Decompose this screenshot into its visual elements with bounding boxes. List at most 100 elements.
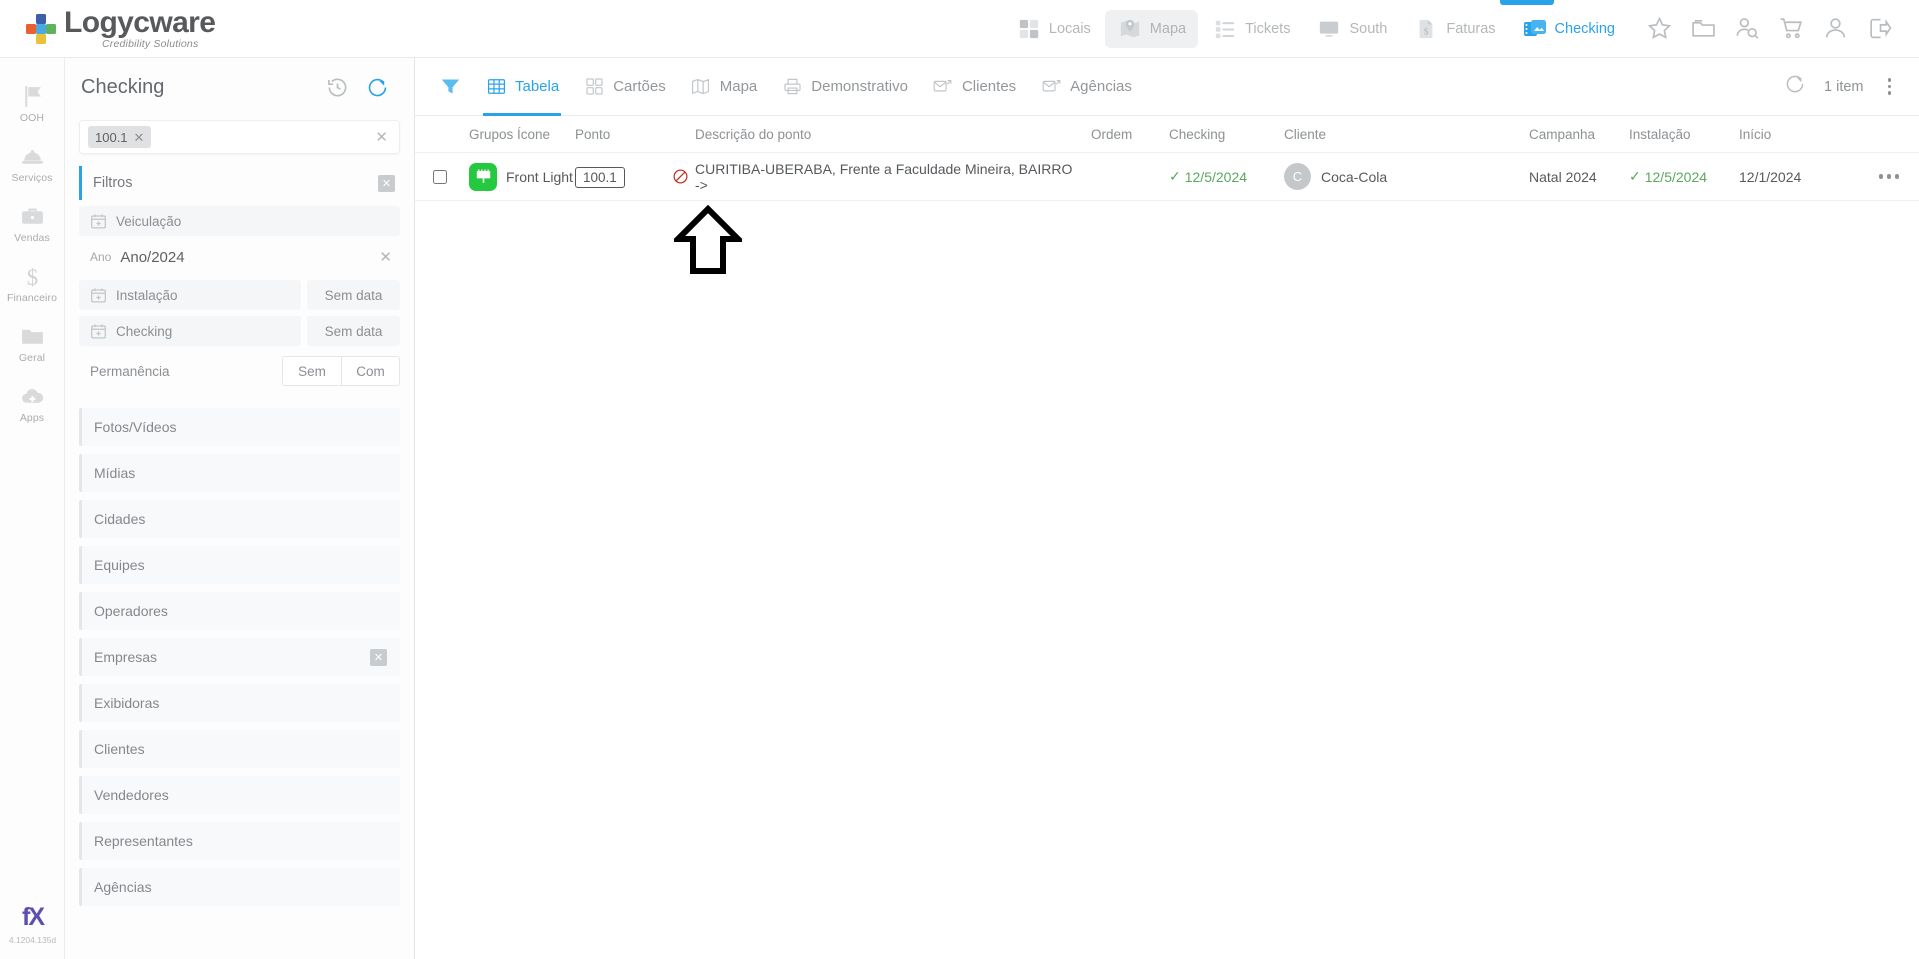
toolbar-right-actions: 1 item [1784, 73, 1897, 100]
instalacao-label: Instalação [116, 287, 178, 303]
user-icon[interactable] [1821, 15, 1849, 43]
nav-item-tickets[interactable]: Tickets [1200, 10, 1302, 48]
veiculacao-button[interactable]: Veiculação [79, 206, 400, 236]
tab-clientes[interactable]: Clientes [922, 58, 1026, 116]
header-checking[interactable]: Checking [1169, 127, 1284, 142]
section-clientes[interactable]: Clientes [79, 730, 400, 768]
section-fotos-videos[interactable]: Fotos/Vídeos [79, 408, 400, 446]
active-tab-indicator [1500, 0, 1554, 5]
section-agencias[interactable]: Agências [79, 868, 400, 906]
section-operadores[interactable]: Operadores [79, 592, 400, 630]
brand-logo[interactable]: Logycware Credibility Solutions [0, 5, 300, 50]
filter-row-ano: Ano Ano/2024 ✕ [79, 240, 400, 274]
nav-item-mapa[interactable]: Mapa [1104, 9, 1199, 48]
refresh-icon[interactable] [1784, 73, 1806, 100]
rail-item-financeiro[interactable]: $ Financeiro [0, 252, 65, 312]
section-empresas[interactable]: Empresas ✕ [79, 638, 400, 676]
tab-agencias[interactable]: Agências [1030, 58, 1142, 116]
rail-item-apps[interactable]: Apps [0, 372, 65, 432]
header-cliente[interactable]: Cliente [1284, 127, 1529, 142]
section-label: Exibidoras [94, 695, 160, 711]
table-row[interactable]: Front Light 100.1 CURITIBA-UBERABA, Fren… [415, 153, 1919, 201]
tab-mapa[interactable]: Mapa [680, 58, 768, 116]
vertical-dots-icon[interactable] [1882, 74, 1898, 99]
app-root: Logycware Credibility Solutions Locais M… [0, 0, 1919, 959]
section-equipes[interactable]: Equipes [79, 546, 400, 584]
header-inicio[interactable]: Início [1739, 127, 1859, 142]
header-instalacao[interactable]: Instalação [1629, 127, 1739, 142]
nav-item-south[interactable]: South [1304, 10, 1399, 48]
ano-value[interactable]: Ano/2024 [120, 249, 379, 266]
cell-cliente: C Coca-Cola [1284, 163, 1529, 190]
rail-item-vendas[interactable]: Vendas [0, 192, 65, 252]
rail-item-servicos[interactable]: Serviços [0, 132, 65, 192]
check-mark-icon: ✓ [1629, 168, 1641, 184]
section-exibidoras[interactable]: Exibidoras [79, 684, 400, 722]
search-chip[interactable]: 100.1 ✕ [88, 126, 152, 148]
nav-label-mapa: Mapa [1149, 20, 1187, 37]
search-input[interactable]: 100.1 ✕ ✕ [79, 120, 400, 154]
tab-label-agencias: Agências [1070, 78, 1132, 95]
table-icon [485, 77, 507, 97]
calendar-plus-icon [90, 213, 107, 230]
cell-row-actions[interactable] [1859, 174, 1919, 179]
nav-item-checking[interactable]: Checking [1510, 10, 1627, 48]
nav-item-locais[interactable]: Locais [1004, 10, 1103, 48]
instalacao-value[interactable]: Sem data [307, 280, 400, 310]
filter-row-instalacao: Instalação Sem data [79, 280, 400, 310]
header-grupos-icone[interactable]: Grupos Ícone [465, 127, 575, 142]
section-vendedores[interactable]: Vendedores [79, 776, 400, 814]
rail-item-geral[interactable]: Geral [0, 312, 65, 372]
section-representantes[interactable]: Representantes [79, 822, 400, 860]
instalacao-date: ✓ 12/5/2024 [1629, 168, 1739, 185]
nav-label-checking: Checking [1554, 20, 1615, 37]
instalacao-button[interactable]: Instalação [79, 280, 301, 310]
history-icon[interactable] [322, 72, 352, 102]
header-campanha[interactable]: Campanha [1529, 127, 1629, 142]
header-ordem[interactable]: Ordem [1091, 127, 1169, 142]
user-search-icon[interactable] [1733, 15, 1761, 43]
filters-clear-button[interactable]: ✕ [378, 174, 395, 192]
row-checkbox-cell[interactable] [415, 169, 465, 184]
section-midias[interactable]: Mídias [79, 454, 400, 492]
search-clear-icon[interactable]: ✕ [372, 128, 391, 146]
filter-row-permanencia: Permanência Sem Com [79, 356, 400, 386]
shopping-cart-icon[interactable] [1777, 15, 1805, 43]
cliente-name: Coca-Cola [1321, 168, 1388, 185]
empresas-clear-button[interactable]: ✕ [370, 648, 387, 666]
funnel-icon[interactable] [433, 76, 467, 97]
star-icon[interactable] [1645, 15, 1673, 43]
folder-icon[interactable] [1689, 15, 1717, 43]
refresh-icon[interactable] [362, 72, 392, 102]
permanencia-toggle: Sem Com [282, 356, 400, 386]
tab-label-clientes: Clientes [961, 78, 1017, 95]
nav-label-locais: Locais [1048, 20, 1091, 37]
tab-demonstrativo[interactable]: Demonstrativo [771, 58, 918, 116]
cloud-plus-icon [20, 381, 45, 409]
tab-cartoes[interactable]: Cartões [573, 58, 676, 116]
logout-icon[interactable] [1865, 15, 1893, 43]
checklist-icon [1212, 17, 1238, 41]
checking-table: Grupos Ícone Ponto Descrição do ponto Or… [415, 116, 1919, 201]
horizontal-dots-icon[interactable] [1878, 174, 1900, 179]
brand-name: Logycware [64, 5, 216, 39]
rail-item-ooh[interactable]: OOH [0, 72, 65, 132]
cell-campanha: Natal 2024 [1529, 168, 1597, 185]
send-mail-icon [932, 77, 954, 97]
ano-clear-icon[interactable]: ✕ [379, 248, 392, 266]
checking-value[interactable]: Sem data [307, 316, 400, 346]
header-descricao[interactable]: Descrição do ponto [695, 127, 1091, 142]
tab-tabela[interactable]: Tabela [475, 58, 569, 116]
nav-item-faturas[interactable]: $ Faturas [1401, 10, 1507, 48]
checking-button[interactable]: Checking [79, 316, 301, 346]
search-chip-remove-icon[interactable]: ✕ [134, 131, 145, 144]
permanencia-option-com[interactable]: Com [341, 357, 399, 385]
map-pin-icon [1117, 17, 1143, 41]
calendar-plus-icon [90, 323, 107, 340]
header-ponto[interactable]: Ponto [575, 127, 665, 142]
section-cidades[interactable]: Cidades [79, 500, 400, 538]
folder-icon [20, 321, 45, 349]
row-checkbox[interactable] [433, 169, 447, 184]
permanencia-option-sem[interactable]: Sem [283, 357, 341, 385]
calendar-plus-icon [90, 287, 107, 304]
